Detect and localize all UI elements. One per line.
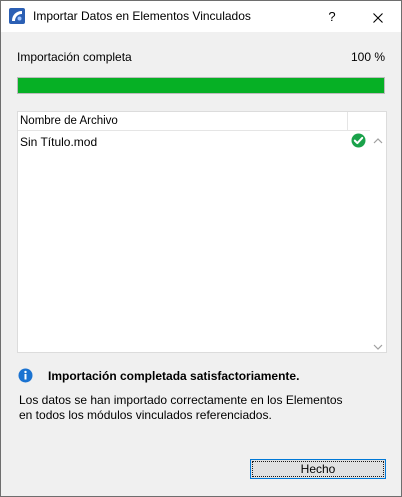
close-icon xyxy=(373,12,383,23)
window-title: Importar Datos en Elementos Vinculados xyxy=(33,9,251,23)
status-message-body: Los datos se han importado correctamente… xyxy=(19,393,359,423)
list-item[interactable]: Sin Título.mod xyxy=(18,132,370,150)
column-divider[interactable] xyxy=(347,112,348,130)
list-header: Nombre de Archivo xyxy=(18,112,370,131)
progress-bar xyxy=(17,77,385,94)
app-icon xyxy=(9,8,25,24)
chevron-down-icon[interactable] xyxy=(373,340,383,350)
import-dialog: Importar Datos en Elementos Vinculados ?… xyxy=(0,0,402,497)
chevron-up-icon[interactable] xyxy=(373,134,383,144)
help-button[interactable]: ? xyxy=(309,1,355,32)
done-button[interactable]: Hecho xyxy=(250,459,386,479)
file-list[interactable]: Nombre de Archivo Sin Título.mod xyxy=(17,111,387,353)
progress-fill xyxy=(18,78,384,93)
file-name: Sin Título.mod xyxy=(20,135,98,149)
column-header-filename[interactable]: Nombre de Archivo xyxy=(20,115,118,127)
status-message-line: Los datos se han importado correctamente… xyxy=(19,393,343,407)
progress-percent: 100 % xyxy=(350,50,385,64)
progress-label: Importación completa xyxy=(17,50,132,64)
status-message-title: Importación completada satisfactoriament… xyxy=(48,369,300,383)
check-circle-icon xyxy=(351,133,366,148)
close-button[interactable] xyxy=(355,1,401,32)
vertical-scrollbar[interactable] xyxy=(370,112,386,352)
info-icon xyxy=(18,368,33,383)
title-bar: Importar Datos en Elementos Vinculados ? xyxy=(1,1,401,32)
status-message-line: en todos los módulos vinculados referenc… xyxy=(19,408,272,422)
